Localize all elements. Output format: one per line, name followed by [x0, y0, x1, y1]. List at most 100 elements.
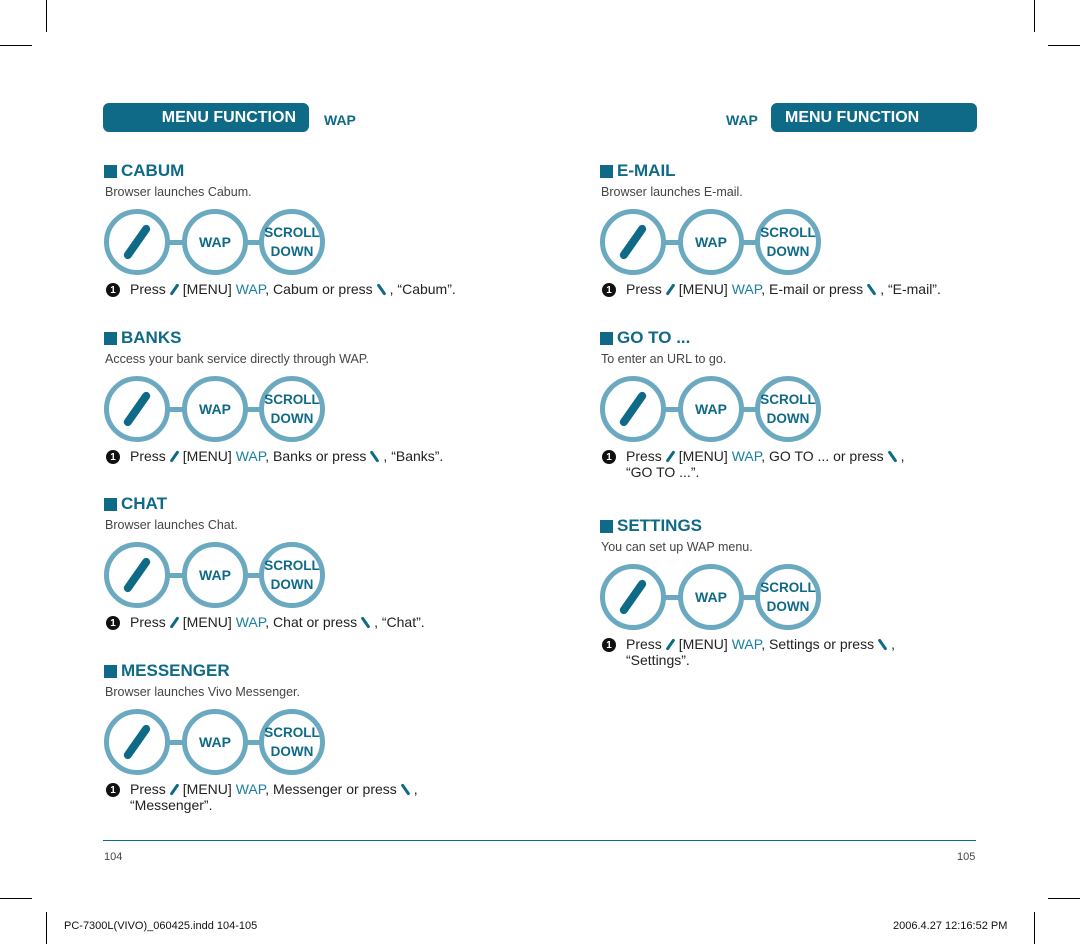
section-bullet-icon — [104, 164, 117, 178]
menu-soft-key — [600, 564, 666, 630]
step-press: Press — [130, 281, 166, 297]
step-number: 1 — [106, 450, 120, 464]
scroll-key-label-line2: DOWN — [270, 244, 314, 259]
section-description: Access your bank service directly throug… — [105, 352, 370, 366]
step-menu: [MENU] — [182, 781, 232, 797]
menu-section: BANKS Access your bank service directly … — [104, 328, 504, 464]
wap-key-label: WAP — [199, 734, 231, 750]
scroll-key-label-line2: DOWN — [270, 411, 314, 426]
step-number: 1 — [106, 616, 120, 630]
scroll-down-key: SCROLL DOWN — [259, 376, 325, 442]
step-item: , GO TO ... or press — [761, 448, 884, 464]
step-tail-line2: “GO TO ...”. — [626, 464, 700, 480]
menu-soft-key-icon — [618, 578, 648, 616]
step-tail-line2: “Messenger”. — [130, 797, 213, 813]
slug-filename: PC-7300L(VIVO)_060425.indd 104-105 — [64, 920, 258, 932]
section-title: BANKS — [121, 328, 182, 347]
ok-key-icon — [369, 450, 380, 463]
wap-key-label: WAP — [695, 401, 727, 417]
wap-key: WAP — [678, 209, 744, 275]
menu-soft-key-icon — [665, 450, 676, 463]
step-tail: , — [413, 781, 418, 797]
wap-key-label: WAP — [199, 234, 231, 250]
scroll-down-key: SCROLL DOWN — [755, 209, 821, 275]
section-bullet-icon — [600, 331, 613, 345]
scroll-down-key: SCROLL DOWN — [259, 209, 325, 275]
instruction-step: 1 Press [MENU] WAP, Settings or press, “S… — [600, 636, 1000, 668]
instruction-step: 1 Press [MENU] WAP, Banks or press , “Bank… — [104, 448, 504, 464]
step-tail: , “Chat”. — [374, 614, 425, 630]
step-press: Press — [626, 448, 662, 464]
step-item: , Banks or press — [265, 448, 367, 464]
step-press: Press — [130, 448, 166, 464]
crop-mark — [1048, 45, 1080, 46]
step-wap: WAP — [731, 281, 762, 297]
crop-mark — [1034, 0, 1035, 32]
footer-rule — [103, 840, 976, 841]
wap-key-label: WAP — [695, 234, 727, 250]
scroll-key-label-line1: SCROLL — [264, 392, 320, 407]
menu-soft-key-icon — [618, 223, 648, 261]
crop-mark — [46, 912, 47, 944]
step-tail-line2: “Settings”. — [626, 652, 690, 668]
menu-section: CHAT Browser launches Chat. WAP SCROLL DO… — [104, 494, 504, 630]
step-number: 1 — [106, 783, 120, 797]
menu-soft-key-icon — [122, 556, 152, 594]
menu-soft-key — [104, 542, 170, 608]
step-number: 1 — [106, 283, 120, 297]
section-description: Browser launches Vivo Messenger. — [105, 685, 301, 699]
scroll-key-label-line1: SCROLL — [760, 580, 816, 595]
scroll-key-label-line2: DOWN — [766, 599, 810, 614]
step-press: Press — [626, 636, 662, 652]
section-bullet-icon — [600, 164, 613, 178]
section-title: CHAT — [121, 494, 167, 513]
menu-soft-key — [600, 209, 666, 275]
menu-soft-key — [104, 209, 170, 275]
section-description: Browser launches E-mail. — [601, 185, 743, 199]
section-description: Browser launches Chat. — [105, 518, 238, 532]
step-wap: WAP — [235, 781, 266, 797]
crop-mark — [0, 45, 32, 46]
wap-key: WAP — [182, 376, 248, 442]
menu-section: GO TO ... To enter an URL to go. WAP SCR… — [600, 328, 1000, 480]
key-sequence: WAP SCROLL DOWN — [600, 564, 822, 630]
step-item: , Chat or press — [265, 614, 358, 630]
instruction-step: 1 Press [MENU] WAP, GO TO ... or press, “… — [600, 448, 1000, 480]
wap-key: WAP — [182, 209, 248, 275]
scroll-key-label-line1: SCROLL — [760, 392, 816, 407]
header-bar-right: MENU FUNCTION — [771, 103, 977, 132]
instruction-step: 1 Press [MENU] WAP, E-mail or press , “E-m… — [600, 281, 1000, 297]
instruction-step: 1 Press [MENU] WAP, Cabum or press , “Cabu… — [104, 281, 504, 297]
menu-soft-key-icon — [122, 390, 152, 428]
key-sequence: WAP SCROLL DOWN — [104, 542, 326, 608]
section-title: E-MAIL — [617, 161, 676, 180]
key-sequence: WAP SCROLL DOWN — [600, 376, 822, 442]
step-tail: , “Banks”. — [383, 448, 444, 464]
menu-soft-key — [104, 709, 170, 775]
scroll-key-label-line2: DOWN — [766, 411, 810, 426]
scroll-key-label-line1: SCROLL — [264, 725, 320, 740]
section-description: You can set up WAP menu. — [601, 540, 753, 554]
wap-key-label: WAP — [199, 567, 231, 583]
key-sequence: WAP SCROLL DOWN — [104, 209, 326, 275]
step-item: , E-mail or press — [761, 281, 864, 297]
menu-section: SETTINGS You can set up WAP menu. WAP SC… — [600, 516, 1000, 668]
section-title: GO TO ... — [617, 328, 691, 347]
key-sequence: WAP SCROLL DOWN — [104, 376, 326, 442]
menu-soft-key-icon — [169, 450, 180, 463]
header-subtitle-right: WAP — [726, 112, 758, 128]
header-title-right: MENU FUNCTION — [785, 109, 920, 126]
page-number-right: 105 — [957, 851, 976, 863]
step-wap: WAP — [731, 448, 762, 464]
scroll-down-key: SCROLL DOWN — [755, 376, 821, 442]
wap-key-label: WAP — [199, 401, 231, 417]
step-tail: , — [891, 636, 895, 652]
scroll-down-key: SCROLL DOWN — [259, 709, 325, 775]
crop-mark — [46, 0, 47, 32]
step-number: 1 — [602, 450, 616, 464]
step-press: Press — [626, 281, 662, 297]
ok-key-icon — [887, 450, 898, 463]
menu-section: MESSENGER Browser launches Vivo Messenge… — [104, 661, 504, 813]
wap-key: WAP — [182, 709, 248, 775]
crop-mark — [1034, 912, 1035, 944]
